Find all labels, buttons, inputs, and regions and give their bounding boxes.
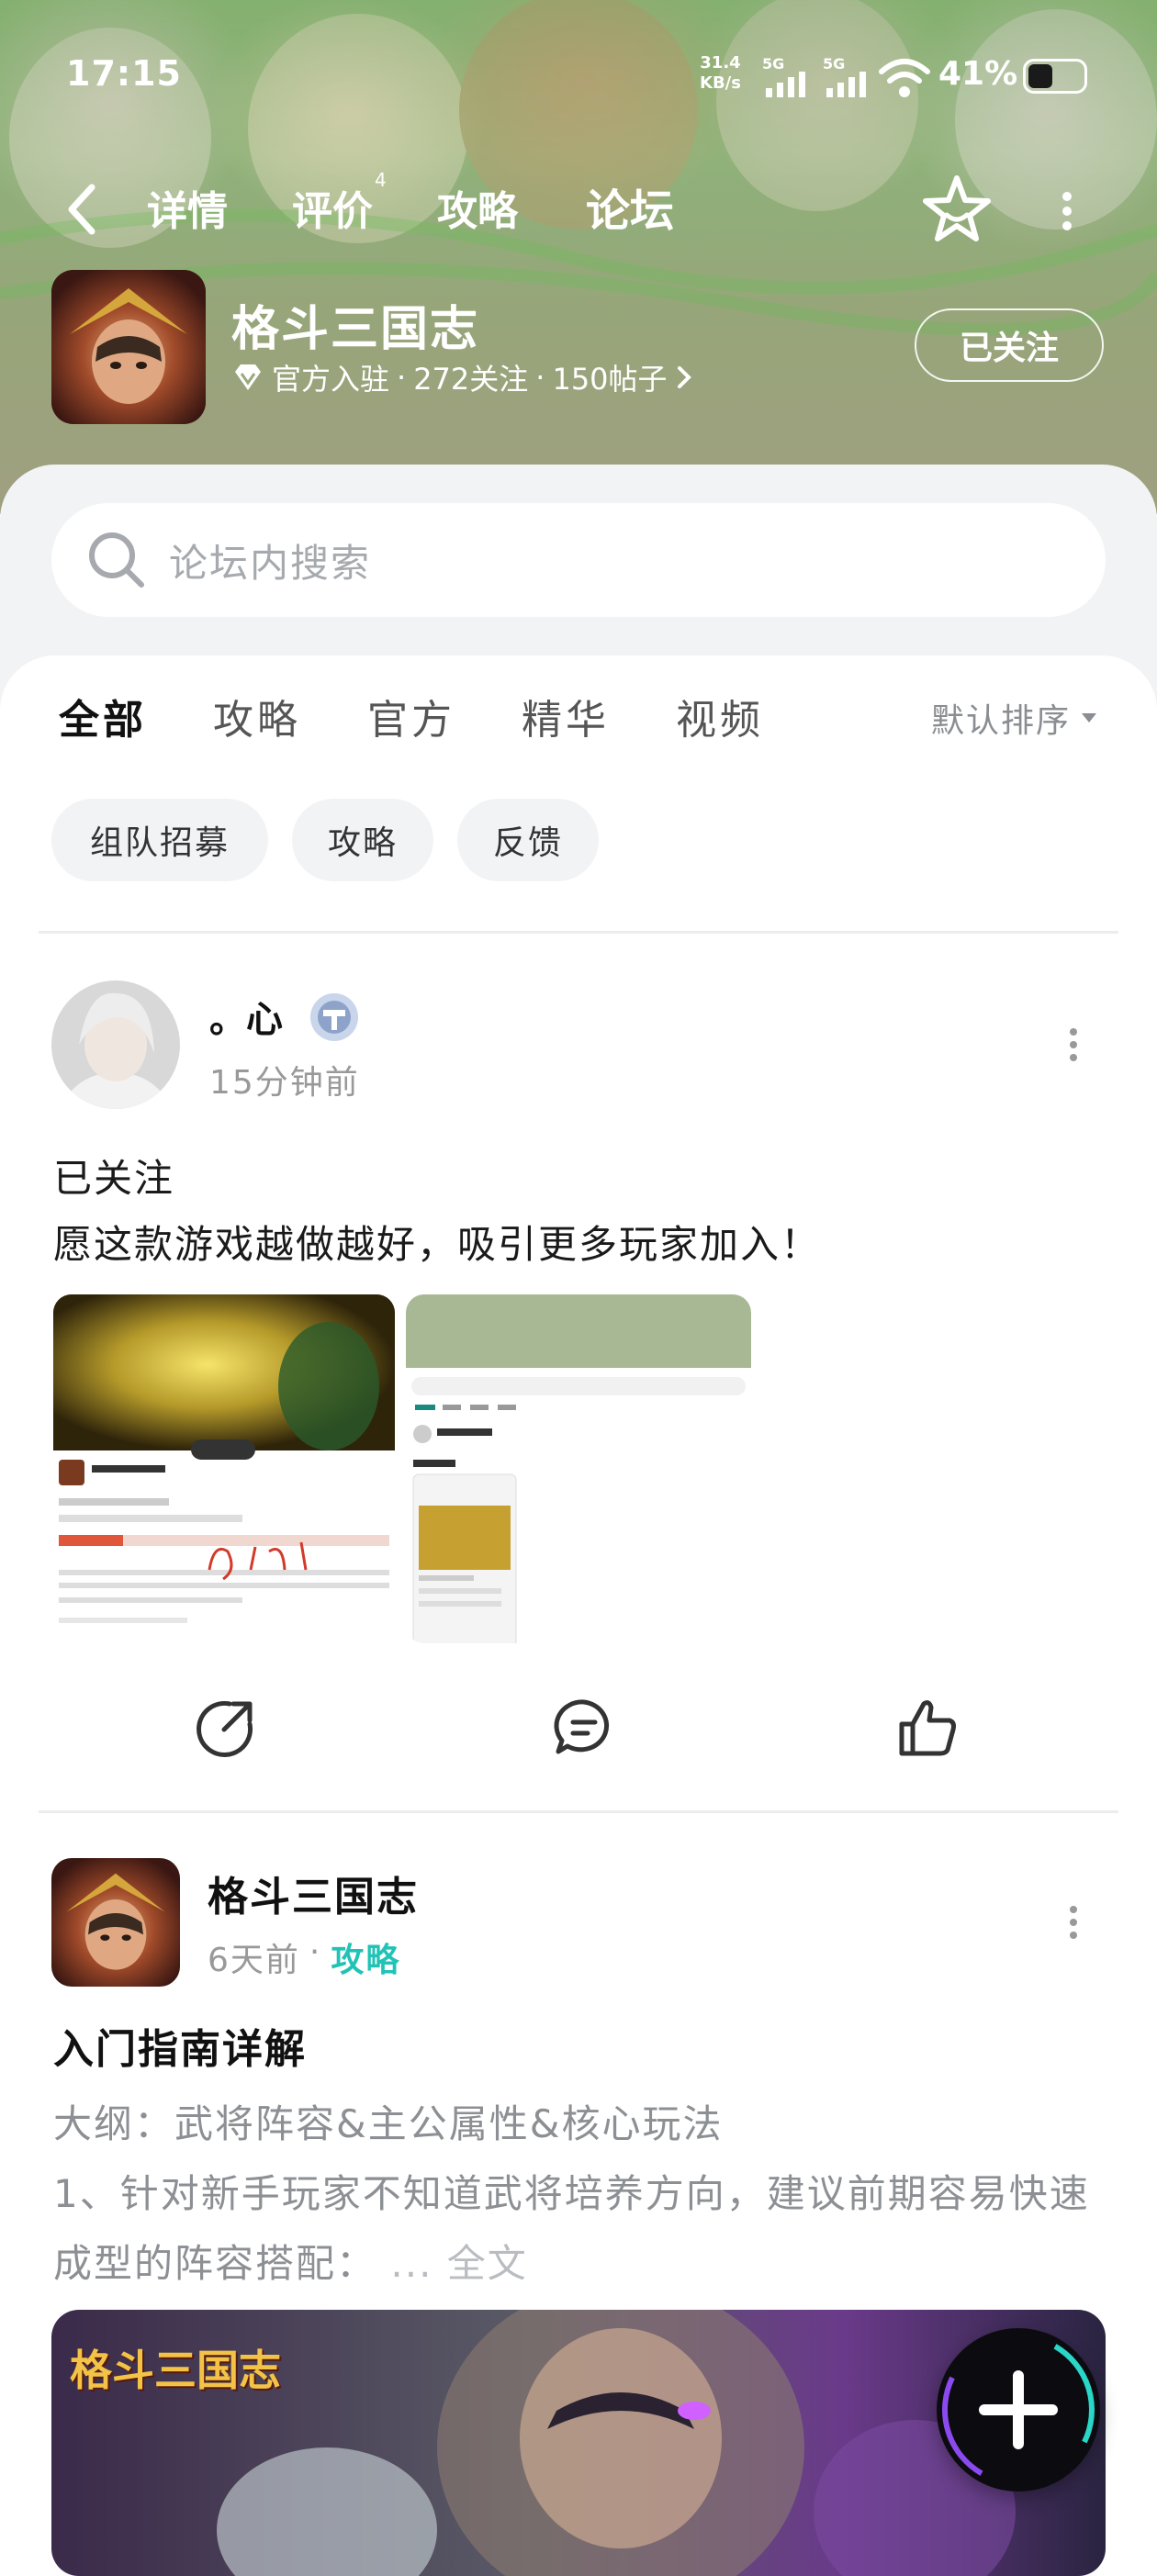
tab-forum-label: 论坛 xyxy=(586,185,675,237)
post-tag[interactable]: 攻略 xyxy=(331,1933,400,1981)
post-image-2[interactable] xyxy=(406,1294,751,1643)
read-more-link[interactable]: 全文 xyxy=(447,2241,528,2286)
filter-tab-featured[interactable]: 精华 xyxy=(522,687,610,745)
plus-icon xyxy=(942,2334,1095,2486)
chip-guides[interactable]: 攻略 xyxy=(292,799,433,881)
tab-guides[interactable]: 攻略 xyxy=(437,178,518,237)
user-level-badge-icon xyxy=(310,993,358,1041)
filter-tab-videos[interactable]: 视频 xyxy=(676,687,764,745)
divider xyxy=(39,931,1118,934)
create-post-button[interactable] xyxy=(937,2328,1100,2492)
post-text-line: 已关注 xyxy=(53,1156,175,1201)
favorite-star-icon[interactable] xyxy=(918,171,995,248)
avatar[interactable] xyxy=(51,980,180,1109)
share-icon[interactable] xyxy=(193,1695,259,1761)
status-time: 17:15 xyxy=(66,53,182,94)
post-author[interactable]: 格斗三国志 xyxy=(208,1864,419,1922)
battery-fill xyxy=(1028,64,1053,88)
filter-tab-all[interactable]: 全部 xyxy=(59,687,147,751)
chip-feedback[interactable]: 反馈 xyxy=(457,799,599,881)
official-badge-label: 官方入驻 xyxy=(272,362,390,397)
post-meta: 6天前 · 攻略 xyxy=(208,1933,401,1981)
post-excerpt[interactable]: 大纲：武将阵容&主公属性&核心玩法 1、针对新手玩家不知道武将培养方向，建议前期… xyxy=(53,2089,1109,2299)
post-image-1[interactable] xyxy=(53,1294,395,1643)
post-author[interactable]: 。心 xyxy=(209,990,283,1043)
game-title: 格斗三国志 xyxy=(231,302,480,357)
avatar[interactable] xyxy=(51,1858,180,1987)
battery-icon xyxy=(1023,59,1087,94)
game-meta[interactable]: 官方入驻 · 272关注 · 150帖子 xyxy=(231,356,693,398)
reviews-count-badge: 4 xyxy=(375,169,387,191)
follower-count: 272关注 xyxy=(413,362,529,397)
search-placeholder: 论坛内搜索 xyxy=(169,540,372,586)
post-more-icon[interactable] xyxy=(1067,1026,1080,1063)
signal-2-icon xyxy=(826,72,866,97)
filter-tab-guides[interactable]: 攻略 xyxy=(213,687,301,745)
chip-team-recruit[interactable]: 组队招募 xyxy=(51,799,268,881)
like-thumb-icon[interactable] xyxy=(894,1695,960,1761)
network-speed: 31.4 KB/s xyxy=(700,53,741,93)
battery-percent: 41% xyxy=(938,55,1018,93)
divider xyxy=(39,1810,1118,1813)
chevron-right-icon xyxy=(677,366,691,388)
sort-label: 默认排序 xyxy=(931,702,1072,740)
tab-reviews[interactable]: 评价 xyxy=(292,178,373,237)
post-count: 150帖子 xyxy=(552,362,668,397)
back-arrow-icon[interactable] xyxy=(61,182,105,237)
signal-1-icon xyxy=(766,72,805,97)
comment-icon[interactable] xyxy=(551,1695,617,1761)
verified-diamond-icon xyxy=(235,364,261,390)
post-time: 15分钟前 xyxy=(209,1064,360,1102)
post-title[interactable]: 入门指南详解 xyxy=(53,2016,307,2075)
post-time: 6天前 xyxy=(208,1942,300,1979)
search-icon xyxy=(89,532,144,588)
more-options-icon[interactable] xyxy=(1056,189,1078,233)
tab-details[interactable]: 详情 xyxy=(147,178,228,237)
filter-tab-official[interactable]: 官方 xyxy=(367,687,455,745)
sort-dropdown[interactable]: 默认排序 xyxy=(931,694,1098,742)
post-text-line: 愿这款游戏越做越好，吸引更多玩家加入！ xyxy=(53,1222,822,1267)
game-icon-image[interactable] xyxy=(51,270,206,424)
tab-forum[interactable]: 论坛 xyxy=(586,174,675,246)
caret-down-icon xyxy=(1082,713,1097,722)
post-more-icon[interactable] xyxy=(1067,1904,1080,1941)
wifi-icon xyxy=(879,59,930,97)
cover-logo-text: 格斗三国志 xyxy=(70,2346,281,2395)
followed-button[interactable]: 已关注 xyxy=(915,308,1104,382)
forum-search-input[interactable]: 论坛内搜索 xyxy=(51,503,1106,617)
